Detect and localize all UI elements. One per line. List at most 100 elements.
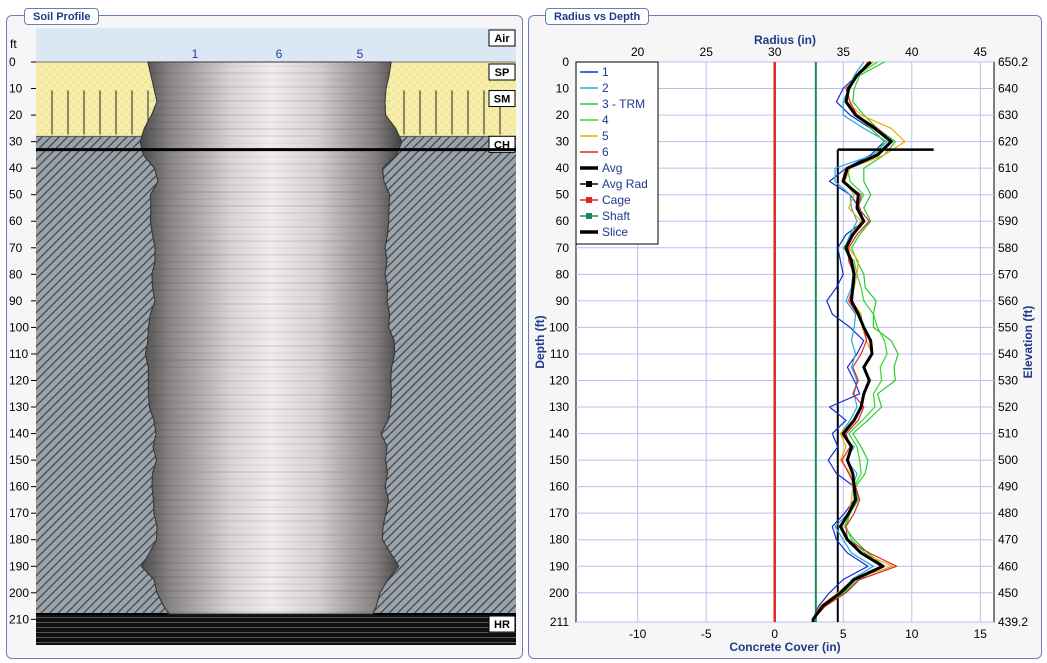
elevation-tick-label: 610 bbox=[998, 161, 1018, 175]
elevation-tick-label: 580 bbox=[998, 241, 1018, 255]
elevation-tick-label: 500 bbox=[998, 453, 1018, 467]
cover-tick-label: 15 bbox=[974, 627, 988, 641]
depth-tick-label: 110 bbox=[550, 347, 569, 361]
legend-label-3-trm: 3 - TRM bbox=[602, 97, 645, 111]
depth-tick-label: 110 bbox=[9, 347, 28, 361]
elevation-tick-label: 490 bbox=[998, 480, 1018, 494]
depth-tick-label: 70 bbox=[556, 241, 570, 255]
elevation-tick-label: 630 bbox=[998, 108, 1018, 122]
legend-label-slice: Slice bbox=[602, 225, 628, 239]
depth-tick-label: 50 bbox=[9, 188, 23, 202]
depth-tick-label: 10 bbox=[556, 82, 570, 96]
left-axis-title: Depth (ft) bbox=[533, 315, 547, 368]
depth-tick-label: 20 bbox=[9, 108, 23, 122]
elevation-tick-label: 570 bbox=[998, 267, 1018, 281]
elevation-tick-label: 510 bbox=[998, 427, 1018, 441]
depth-tick-label: 0 bbox=[9, 55, 16, 69]
depth-unit-label: ft bbox=[10, 37, 17, 51]
depth-tick-label: 150 bbox=[549, 453, 569, 467]
elevation-tick-label: 650.2 bbox=[998, 55, 1028, 69]
cover-tick-label: -5 bbox=[701, 627, 712, 641]
cover-tick-label: 10 bbox=[905, 627, 919, 641]
depth-tick-label: 180 bbox=[9, 533, 29, 547]
layer-label-air: Air bbox=[494, 33, 510, 45]
elevation-tick-label: 540 bbox=[998, 347, 1018, 361]
elevation-tick-label: 460 bbox=[998, 559, 1018, 573]
elevation-tick-label: 560 bbox=[998, 294, 1018, 308]
elevation-tick-label: 590 bbox=[998, 214, 1018, 228]
elevation-tick-label: 520 bbox=[998, 400, 1018, 414]
layer-label-sp: SP bbox=[495, 67, 510, 79]
depth-tick-label: 200 bbox=[549, 586, 569, 600]
depth-tick-label: 190 bbox=[549, 559, 569, 573]
right-axis-title: Elevation (ft) bbox=[1021, 306, 1035, 379]
elevation-tick-label: 600 bbox=[998, 188, 1018, 202]
depth-tick-label: 70 bbox=[9, 241, 23, 255]
depth-tick-label: 90 bbox=[9, 294, 23, 308]
legend-label-avg-rad: Avg Rad bbox=[602, 177, 648, 191]
depth-tick-label: 30 bbox=[556, 135, 570, 149]
radius-tick-label: 40 bbox=[905, 45, 919, 59]
depth-tick-label: 170 bbox=[9, 506, 29, 520]
legend-label-shaft: Shaft bbox=[602, 209, 631, 223]
depth-tick-label: 40 bbox=[556, 161, 570, 175]
depth-tick-label: 100 bbox=[549, 320, 569, 334]
bottom-axis-title: Concrete Cover (in) bbox=[729, 640, 840, 654]
depth-tick-label: 30 bbox=[9, 135, 23, 149]
depth-tick-label: 130 bbox=[9, 400, 29, 414]
depth-tick-label: 180 bbox=[549, 533, 569, 547]
depth-tick-label: 80 bbox=[9, 267, 23, 281]
profile-tube-label-1: 1 bbox=[192, 47, 199, 61]
shaft-profile bbox=[139, 61, 403, 615]
radius-tick-label: 35 bbox=[837, 45, 851, 59]
radius-tick-label: 20 bbox=[631, 45, 645, 59]
soil-layer-hr bbox=[36, 614, 516, 645]
depth-tick-label: 190 bbox=[9, 559, 29, 573]
depth-tick-label: 50 bbox=[556, 188, 570, 202]
depth-tick-label: 60 bbox=[9, 214, 23, 228]
depth-tick-label: 100 bbox=[9, 320, 29, 334]
radius-tick-label: 30 bbox=[768, 45, 782, 59]
depth-tick-label: 120 bbox=[9, 373, 29, 387]
elevation-tick-label: 640 bbox=[998, 82, 1018, 96]
legend-label-cage: Cage bbox=[602, 193, 631, 207]
depth-tick-label: 160 bbox=[9, 480, 29, 494]
cover-tick-label: 5 bbox=[840, 627, 847, 641]
depth-tick-label: 0 bbox=[562, 55, 569, 69]
legend-label-6: 6 bbox=[602, 145, 609, 159]
depth-tick-label: 130 bbox=[549, 400, 569, 414]
legend-label-5: 5 bbox=[602, 129, 609, 143]
elevation-tick-label: 550 bbox=[998, 320, 1018, 334]
depth-tick-label: 90 bbox=[556, 294, 570, 308]
layer-label-hr: HR bbox=[494, 619, 510, 631]
elevation-tick-label: 620 bbox=[998, 135, 1018, 149]
profile-tube-label-6: 6 bbox=[276, 47, 283, 61]
elevation-tick-label: 470 bbox=[998, 533, 1018, 547]
depth-tick-label: 120 bbox=[549, 373, 569, 387]
legend-marker bbox=[586, 181, 592, 187]
soil-profile-view[interactable]: AirSPSMCHHR 1 6 5ft01020304050607080901001… bbox=[0, 0, 520, 663]
depth-tick-label: 210 bbox=[9, 612, 29, 626]
legend-marker bbox=[586, 213, 592, 219]
profile-tube-label-5: 5 bbox=[357, 47, 364, 61]
depth-tick-label: 211 bbox=[550, 615, 569, 629]
top-axis-title: Radius (in) bbox=[754, 33, 816, 47]
elevation-tick-label: 450 bbox=[998, 586, 1018, 600]
radius-tick-label: 45 bbox=[974, 45, 988, 59]
legend-label-2: 2 bbox=[602, 81, 609, 95]
depth-tick-label: 80 bbox=[556, 267, 570, 281]
depth-tick-label: 60 bbox=[556, 214, 570, 228]
cover-tick-label: -10 bbox=[629, 627, 647, 641]
elevation-tick-label: 439.2 bbox=[998, 615, 1028, 629]
legend-label-1: 1 bbox=[602, 65, 609, 79]
legend-label-4: 4 bbox=[602, 113, 609, 127]
elevation-tick-label: 530 bbox=[998, 373, 1018, 387]
depth-tick-label: 170 bbox=[549, 506, 569, 520]
legend-marker bbox=[586, 197, 592, 203]
cover-tick-label: 0 bbox=[771, 627, 778, 641]
depth-tick-label: 10 bbox=[9, 82, 23, 96]
radius-depth-chart[interactable]: 0102030405060708090100110120130140150160… bbox=[527, 0, 1047, 663]
layer-label-sm: SM bbox=[494, 94, 511, 106]
depth-tick-label: 140 bbox=[549, 427, 569, 441]
depth-tick-label: 140 bbox=[9, 427, 29, 441]
